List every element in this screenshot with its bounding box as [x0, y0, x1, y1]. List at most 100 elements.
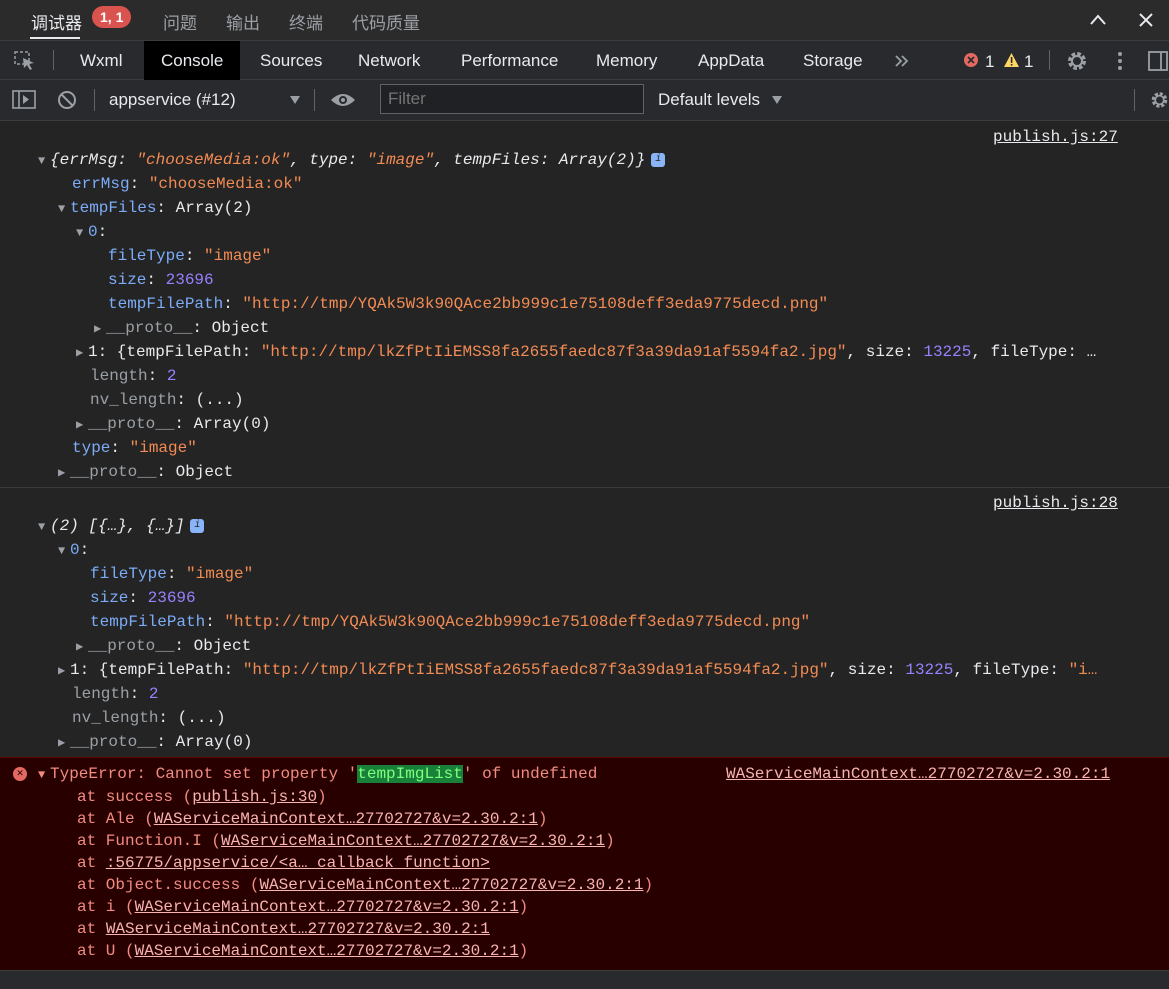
- error-count[interactable]: 1: [985, 52, 994, 72]
- divider: [94, 89, 95, 111]
- array-item-1[interactable]: ▶ 1: {tempFilePath: "http://tmp/lkZfPtIiE…: [76, 340, 1096, 365]
- stack-frame-link[interactable]: WAServiceMainContext…27702727&v=2.30.2:1: [106, 920, 490, 938]
- collapse-arrow-icon[interactable]: ▶: [94, 317, 106, 341]
- sidebar-toggle-icon[interactable]: [12, 90, 36, 110]
- tab-debugger[interactable]: 调试器: [31, 9, 82, 34]
- array-item-0[interactable]: ▼ 0:: [76, 220, 107, 245]
- expand-arrow-icon[interactable]: ▼: [38, 515, 50, 539]
- expand-arrow-icon[interactable]: ▼: [38, 764, 50, 786]
- collapse-arrow-icon[interactable]: ▶: [58, 461, 70, 485]
- dropdown-arrow-icon[interactable]: [289, 95, 301, 105]
- tab-sources[interactable]: Sources: [260, 51, 322, 71]
- close-icon[interactable]: [1138, 12, 1154, 28]
- divider: [53, 50, 54, 70]
- log-levels-dropdown[interactable]: Default levels: [658, 90, 760, 110]
- expand-arrow-icon[interactable]: ▼: [58, 539, 70, 563]
- stack-frame-link[interactable]: WAServiceMainContext…27702727&v=2.30.2:1: [135, 898, 519, 916]
- tab-appdata[interactable]: AppData: [698, 51, 764, 71]
- expand-arrow-icon[interactable]: ▼: [58, 197, 70, 221]
- dock-side-icon[interactable]: [1148, 51, 1169, 71]
- active-tab-indicator: [30, 37, 80, 39]
- stack-frame: at Object.success (WAServiceMainContext……: [77, 876, 654, 894]
- info-icon[interactable]: i: [190, 518, 205, 533]
- tab-code-quality[interactable]: 代码质量: [352, 9, 420, 34]
- info-icon[interactable]: i: [651, 152, 666, 167]
- prop-proto[interactable]: ▶ __proto__: Array(0): [76, 412, 270, 437]
- prop-nv-length[interactable]: nv_length: (...): [72, 706, 226, 730]
- array-item-0[interactable]: ▼ 0:: [58, 538, 89, 563]
- expand-arrow-icon[interactable]: ▼: [38, 149, 50, 173]
- stack-frame: at Ale (WAServiceMainContext…27702727&v=…: [77, 810, 548, 828]
- collapse-arrow-icon[interactable]: ▶: [58, 731, 70, 755]
- prop-proto[interactable]: ▶ __proto__: Array(0): [58, 730, 252, 755]
- divider: [1049, 50, 1050, 70]
- stack-frame: at success (publish.js:30): [77, 788, 327, 806]
- eye-icon[interactable]: [330, 92, 356, 108]
- collapse-arrow-icon[interactable]: ▶: [76, 635, 88, 659]
- prop-proto[interactable]: ▶ __proto__: Object: [94, 316, 269, 341]
- prop-tempfilepath: tempFilePath: "http://tmp/YQAk5W3k90QAce…: [108, 295, 829, 313]
- problem-count-badge: 1, 1: [92, 6, 132, 28]
- console-settings-gear-icon[interactable]: [1150, 89, 1169, 111]
- prop-size: size: 23696: [108, 271, 214, 289]
- more-options-icon[interactable]: [1116, 51, 1124, 71]
- expand-arrow-icon[interactable]: ▼: [76, 221, 88, 245]
- log-object-summary[interactable]: ▼ {errMsg: "chooseMedia:ok", type: "image…: [38, 148, 666, 173]
- stack-frame: at Function.I (WAServiceMainContext…2770…: [77, 832, 615, 850]
- settings-gear-icon[interactable]: [1066, 50, 1088, 72]
- stack-frame-link[interactable]: WAServiceMainContext…27702727&v=2.30.2:1: [154, 810, 538, 828]
- panel-tab-bar: 调试器 1, 1 问题 输出 终端 代码质量: [0, 0, 1169, 40]
- filter-input[interactable]: [380, 84, 644, 114]
- divider: [1134, 89, 1135, 111]
- prop-length: length: 2: [72, 685, 159, 703]
- stack-frame-link[interactable]: WAServiceMainContext…27702727&v=2.30.2:1: [221, 832, 605, 850]
- search-highlight: tempImgList: [357, 765, 463, 783]
- prop-nv-length[interactable]: nv_length: (...): [90, 388, 244, 412]
- prop-filetype: fileType: "image": [108, 247, 272, 265]
- tab-console[interactable]: Console: [144, 41, 241, 80]
- log-array-summary[interactable]: ▼ (2) [{…}, {…}] i: [38, 514, 205, 539]
- more-tabs-icon[interactable]: [894, 54, 910, 68]
- tab-memory[interactable]: Memory: [596, 51, 657, 71]
- console-input-bar[interactable]: [0, 970, 1169, 989]
- prop-proto[interactable]: ▶ __proto__: Object: [58, 460, 233, 485]
- error-source-link[interactable]: WAServiceMainContext…27702727&v=2.30.2:1: [726, 765, 1110, 783]
- prop-tempfiles[interactable]: ▼ tempFiles: Array(2): [58, 196, 252, 221]
- collapse-arrow-icon[interactable]: ▶: [76, 341, 88, 365]
- array-item-1[interactable]: ▶ 1: {tempFilePath: "http://tmp/lkZfPtIiE…: [58, 658, 1097, 683]
- levels-dropdown-arrow-icon[interactable]: [771, 95, 783, 105]
- tab-problems[interactable]: 问题: [163, 9, 197, 34]
- warning-icon: [1004, 53, 1019, 67]
- prop-size: size: 23696: [90, 589, 196, 607]
- log-source-link[interactable]: publish.js:28: [993, 494, 1118, 512]
- error-message-block: ✕ ▼ TypeError: Cannot set property 'tempI…: [0, 757, 1169, 970]
- log-separator: [0, 487, 1169, 488]
- inspect-element-icon[interactable]: [14, 51, 36, 71]
- log-source-link[interactable]: publish.js:27: [993, 128, 1118, 146]
- stack-frame: at :56775/appservice/<a… callback functi…: [77, 854, 490, 872]
- collapse-arrow-icon[interactable]: ▶: [58, 659, 70, 683]
- tab-output[interactable]: 输出: [226, 9, 260, 34]
- stack-frame-link[interactable]: WAServiceMainContext…27702727&v=2.30.2:1: [259, 876, 643, 894]
- prop-proto[interactable]: ▶ __proto__: Object: [76, 634, 251, 659]
- warning-count[interactable]: 1: [1024, 52, 1033, 72]
- stack-frame-link[interactable]: publish.js:30: [192, 788, 317, 806]
- tab-storage[interactable]: Storage: [803, 51, 863, 71]
- console-toolbar: appservice (#12) Default levels: [0, 80, 1169, 121]
- clear-console-icon[interactable]: [57, 90, 77, 110]
- stack-frame: at U (WAServiceMainContext…27702727&v=2.…: [77, 942, 529, 960]
- collapse-arrow-icon[interactable]: ▶: [76, 413, 88, 437]
- prop-type: type: "image": [72, 439, 197, 457]
- console-output: publish.js:27 ▼ {errMsg: "chooseMedia:ok"…: [0, 121, 1169, 988]
- tab-performance[interactable]: Performance: [461, 51, 558, 71]
- error-message[interactable]: ▼ TypeError: Cannot set property 'tempImg…: [38, 763, 597, 786]
- tab-terminal[interactable]: 终端: [289, 9, 323, 34]
- devtools-tab-bar: Wxml Console Sources Network Performance…: [0, 40, 1169, 80]
- stack-frame: at WAServiceMainContext…27702727&v=2.30.…: [77, 920, 490, 938]
- chevron-up-icon[interactable]: [1089, 12, 1107, 28]
- tab-network[interactable]: Network: [358, 51, 420, 71]
- tab-wxml[interactable]: Wxml: [80, 51, 122, 71]
- context-selector[interactable]: appservice (#12): [109, 90, 236, 110]
- stack-frame-link[interactable]: WAServiceMainContext…27702727&v=2.30.2:1: [135, 942, 519, 960]
- stack-frame-link[interactable]: :56775/appservice/<a… callback function>: [106, 854, 490, 872]
